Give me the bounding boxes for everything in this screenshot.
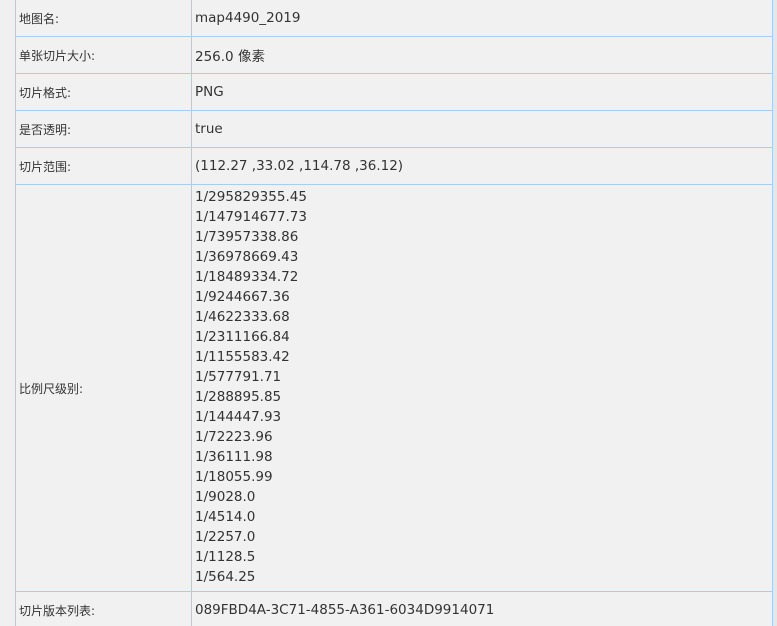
scale-level-item: 1/564.25: [195, 569, 256, 585]
scale-level-item: 1/9244667.36: [195, 289, 290, 305]
scale-level-item: 1/295829355.45: [195, 189, 307, 205]
scale-level-item: 1/2311166.84: [195, 329, 290, 345]
scale-level-item: 1/4514.0: [195, 509, 256, 525]
row-transparent: 是否透明: true: [16, 111, 772, 147]
scale-level-item: 1/144447.93: [195, 409, 282, 425]
transparent-label: 是否透明:: [16, 111, 191, 147]
tile-versions-value: 089FBD4A-3C71-4855-A361-6034D9914071: [192, 592, 772, 626]
tile-info-page: 地图名: map4490_2019 单张切片大小: 256.0 像素 切片格式:…: [0, 0, 777, 626]
scale-level-item: 1/18055.99: [195, 469, 273, 485]
scale-levels-value: 1/295829355.45 1/147914677.73 1/73957338…: [192, 185, 772, 591]
scale-level-item: 1/4622333.68: [195, 309, 290, 325]
scale-level-item: 1/9028.0: [195, 489, 256, 505]
tile-size-value: 256.0 像素: [192, 37, 772, 73]
tile-info-table: 地图名: map4490_2019 单张切片大小: 256.0 像素 切片格式:…: [15, 0, 773, 626]
scale-level-item: 1/1128.5: [195, 549, 256, 565]
tile-format-value: PNG: [192, 74, 772, 110]
row-scale-levels: 比例尺级别: 1/295829355.45 1/147914677.73 1/7…: [16, 185, 772, 591]
map-name-label: 地图名:: [16, 0, 191, 36]
tile-versions-label: 切片版本列表:: [16, 592, 191, 626]
tile-size-label: 单张切片大小:: [16, 37, 191, 73]
scale-level-item: 1/147914677.73: [195, 209, 307, 225]
scale-level-item: 1/288895.85: [195, 389, 282, 405]
scale-level-item: 1/36111.98: [195, 449, 273, 465]
row-tile-bounds: 切片范围: (112.27 ,33.02 ,114.78 ,36.12): [16, 148, 772, 184]
scale-level-item: 1/2257.0: [195, 529, 256, 545]
scale-level-item: 1/1155583.42: [195, 349, 290, 365]
scale-level-item: 1/577791.71: [195, 369, 282, 385]
scrollbar-edge[interactable]: [773, 0, 777, 626]
scale-levels-label: 比例尺级别:: [16, 185, 191, 591]
map-name-value: map4490_2019: [192, 0, 772, 36]
tile-bounds-label: 切片范围:: [16, 148, 191, 184]
row-tile-versions: 切片版本列表: 089FBD4A-3C71-4855-A361-6034D991…: [16, 592, 772, 626]
tile-format-label: 切片格式:: [16, 74, 191, 110]
scale-level-item: 1/18489334.72: [195, 269, 299, 285]
transparent-value: true: [192, 111, 772, 147]
row-map-name: 地图名: map4490_2019: [16, 0, 772, 36]
row-tile-size: 单张切片大小: 256.0 像素: [16, 37, 772, 73]
tile-bounds-value: (112.27 ,33.02 ,114.78 ,36.12): [192, 148, 772, 184]
scale-level-item: 1/72223.96: [195, 429, 273, 445]
row-tile-format: 切片格式: PNG: [16, 74, 772, 110]
scale-level-item: 1/36978669.43: [195, 249, 299, 265]
scale-level-item: 1/73957338.86: [195, 229, 299, 245]
